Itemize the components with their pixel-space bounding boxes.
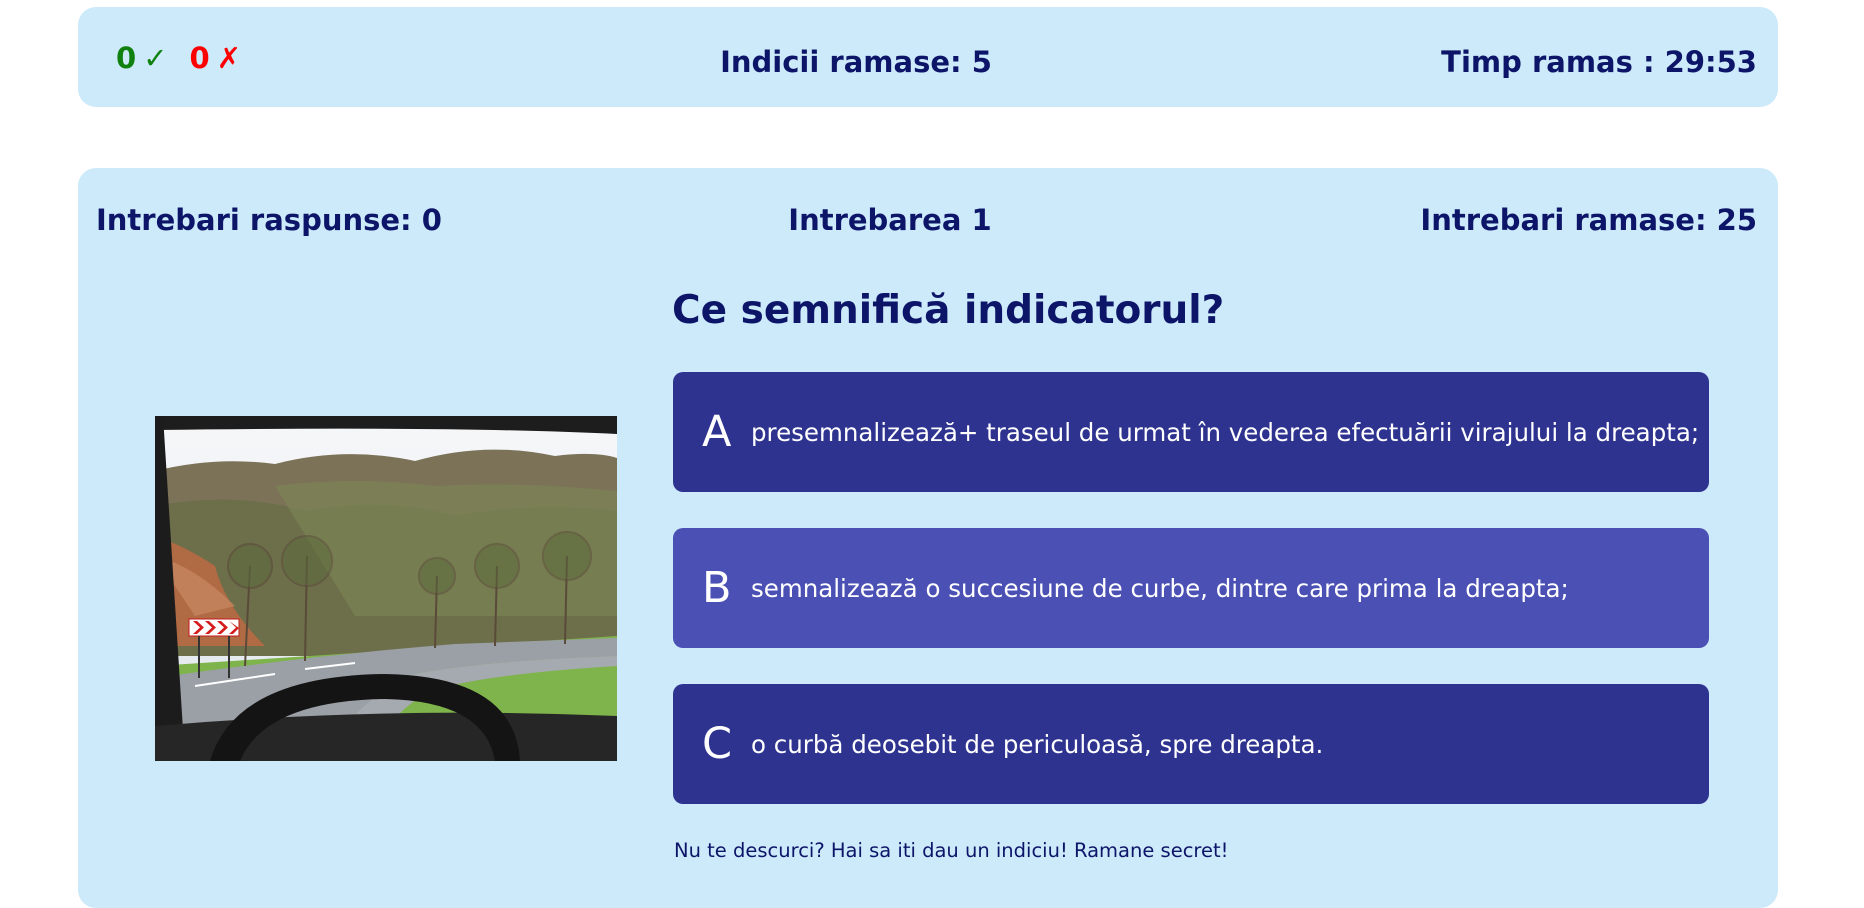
- question-number-label: Intrebarea 1: [788, 203, 992, 237]
- hints-remaining-label: Indicii ramase: 5: [720, 45, 992, 79]
- question-image: [155, 416, 617, 761]
- quiz-panel: Intrebari raspunse: 0 Intrebarea 1 Intre…: [78, 168, 1778, 908]
- answer-option-c[interactable]: C o curbă deosebit de periculoasă, spre …: [673, 684, 1709, 804]
- top-status-bar: 0 ✓ 0 ✗ Indicii ramase: 5 Timp ramas : 2…: [78, 7, 1778, 107]
- answer-option-b[interactable]: B semnalizează o succesiune de curbe, di…: [673, 528, 1709, 648]
- answer-text: o curbă deosebit de periculoasă, spre dr…: [751, 729, 1324, 759]
- answer-text: semnalizează o succesiune de curbe, dint…: [751, 573, 1569, 603]
- hint-link[interactable]: Nu te descurci? Hai sa iti dau un indici…: [674, 839, 1228, 862]
- answer-letter: B: [702, 563, 732, 613]
- answer-option-a[interactable]: A presemnalizează+ traseul de urmat în v…: [673, 372, 1709, 492]
- answer-letter: C: [702, 719, 733, 769]
- answer-letter: A: [702, 407, 732, 457]
- question-text: Ce semnifică indicatorul?: [672, 288, 1225, 333]
- answer-text: presemnalizează+ traseul de urmat în ved…: [751, 417, 1700, 447]
- time-remaining: Timp ramas : 29:53: [1441, 45, 1757, 79]
- questions-remaining: Intrebari ramase: 25: [1420, 203, 1757, 237]
